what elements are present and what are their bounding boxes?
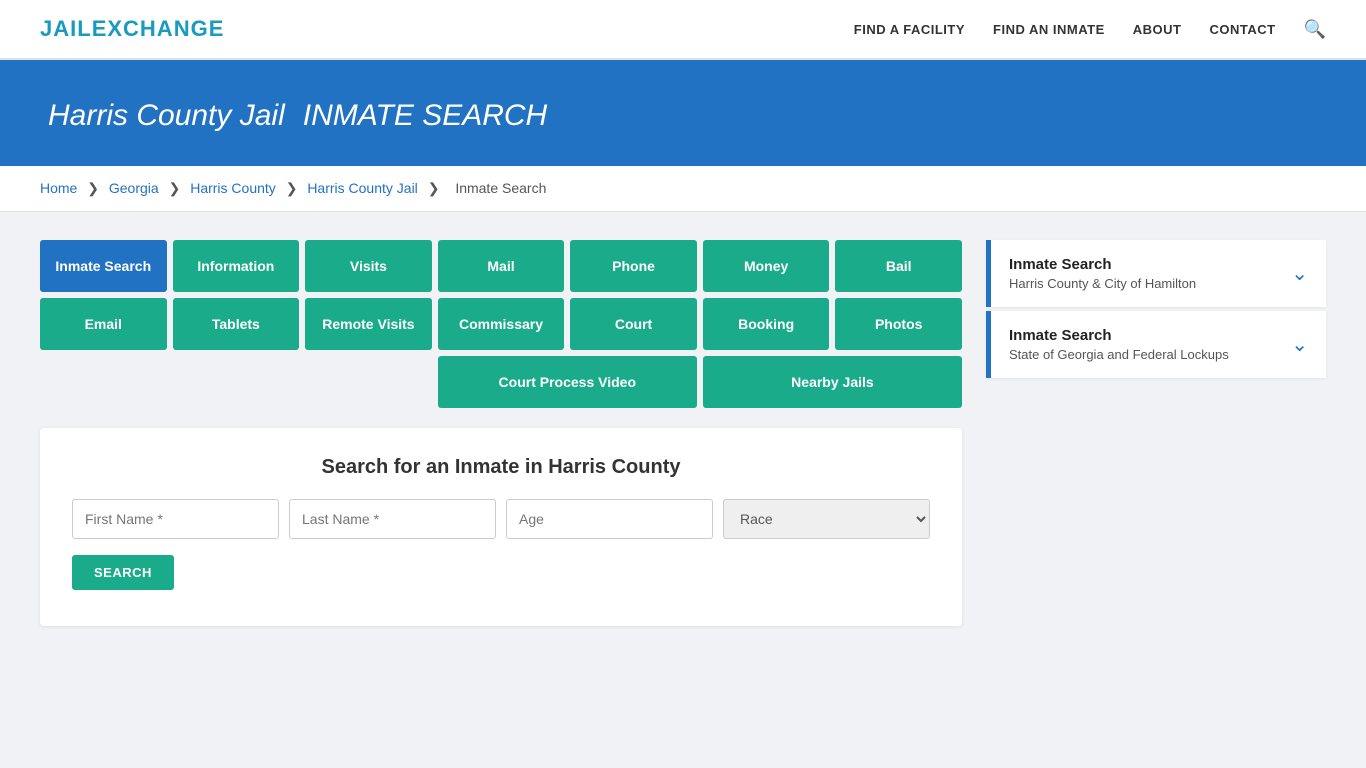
breadcrumb-harris-jail[interactable]: Harris County Jail (307, 180, 417, 196)
btn-information[interactable]: Information (173, 240, 300, 292)
breadcrumb-sep-4: ❯ (428, 180, 444, 196)
breadcrumb-harris-county[interactable]: Harris County (190, 180, 276, 196)
nav-about[interactable]: ABOUT (1133, 22, 1182, 37)
search-submit-button[interactable]: SEARCH (72, 555, 174, 590)
right-sidebar: Inmate Search Harris County & City of Ha… (986, 240, 1326, 382)
logo-jail: JAIL (40, 16, 92, 41)
breadcrumb-sep-1: ❯ (87, 180, 103, 196)
sidebar-card-state-georgia-title: Inmate Search (1009, 327, 1229, 344)
hero-banner: Harris County Jail INMATE SEARCH (0, 60, 1366, 166)
btn-court[interactable]: Court (570, 298, 697, 350)
btn-tablets[interactable]: Tablets (173, 298, 300, 350)
btn-mail[interactable]: Mail (438, 240, 565, 292)
breadcrumb-current: Inmate Search (455, 180, 546, 196)
breadcrumb-sep-2: ❯ (169, 180, 185, 196)
page-title: Harris County Jail INMATE SEARCH (40, 92, 1326, 134)
nav-buttons-row2: Email Tablets Remote Visits Commissary C… (40, 298, 962, 350)
btn-visits[interactable]: Visits (305, 240, 432, 292)
site-logo[interactable]: JAILEXCHANGE (40, 16, 224, 42)
breadcrumb-sep-3: ❯ (286, 180, 302, 196)
age-input[interactable] (506, 499, 713, 539)
sidebar-card-harris-county-title: Inmate Search (1009, 256, 1196, 273)
header-search-button[interactable]: 🔍 (1304, 19, 1326, 40)
search-form-container: Search for an Inmate in Harris County Ra… (40, 428, 962, 626)
logo-exchange: EXCHANGE (92, 16, 225, 41)
nav-contact[interactable]: CONTACT (1209, 22, 1275, 37)
chevron-down-icon-2: ⌄ (1291, 332, 1308, 357)
sidebar-card-harris-county[interactable]: Inmate Search Harris County & City of Ha… (986, 240, 1326, 307)
chevron-down-icon: ⌄ (1291, 261, 1308, 286)
search-form-title: Search for an Inmate in Harris County (72, 456, 930, 479)
btn-nearby-jails[interactable]: Nearby Jails (703, 356, 962, 408)
btn-phone[interactable]: Phone (570, 240, 697, 292)
last-name-input[interactable] (289, 499, 496, 539)
btn-money[interactable]: Money (703, 240, 830, 292)
breadcrumb-home[interactable]: Home (40, 180, 77, 196)
btn-inmate-search[interactable]: Inmate Search (40, 240, 167, 292)
nav-find-facility[interactable]: FIND A FACILITY (854, 22, 965, 37)
btn-court-process-video[interactable]: Court Process Video (438, 356, 697, 408)
sidebar-card-state-georgia[interactable]: Inmate Search State of Georgia and Feder… (986, 311, 1326, 378)
btn-commissary[interactable]: Commissary (438, 298, 565, 350)
breadcrumb-georgia[interactable]: Georgia (109, 180, 159, 196)
nav-buttons-row1: Inmate Search Information Visits Mail Ph… (40, 240, 962, 292)
breadcrumb: Home ❯ Georgia ❯ Harris County ❯ Harris … (0, 166, 1366, 212)
main-nav: FIND A FACILITY FIND AN INMATE ABOUT CON… (854, 19, 1326, 40)
nav-find-inmate[interactable]: FIND AN INMATE (993, 22, 1105, 37)
main-content: Inmate Search Information Visits Mail Ph… (0, 212, 1366, 654)
sidebar-card-state-georgia-text: Inmate Search State of Georgia and Feder… (1009, 327, 1229, 362)
btn-booking[interactable]: Booking (703, 298, 830, 350)
search-fields: Race White Black Hispanic Asian Other (72, 499, 930, 539)
btn-bail[interactable]: Bail (835, 240, 962, 292)
site-header: JAILEXCHANGE FIND A FACILITY FIND AN INM… (0, 0, 1366, 60)
page-title-sub: INMATE SEARCH (303, 99, 547, 132)
btn-photos[interactable]: Photos (835, 298, 962, 350)
page-title-main: Harris County Jail (48, 99, 285, 132)
btn-remote-visits[interactable]: Remote Visits (305, 298, 432, 350)
race-select[interactable]: Race White Black Hispanic Asian Other (723, 499, 930, 539)
nav-buttons-row3: Court Process Video Nearby Jails (40, 356, 962, 408)
sidebar-card-harris-county-sub: Harris County & City of Hamilton (1009, 276, 1196, 291)
btn-email[interactable]: Email (40, 298, 167, 350)
first-name-input[interactable] (72, 499, 279, 539)
sidebar-card-harris-county-text: Inmate Search Harris County & City of Ha… (1009, 256, 1196, 291)
sidebar-card-state-georgia-sub: State of Georgia and Federal Lockups (1009, 347, 1229, 362)
left-column: Inmate Search Information Visits Mail Ph… (40, 240, 962, 626)
